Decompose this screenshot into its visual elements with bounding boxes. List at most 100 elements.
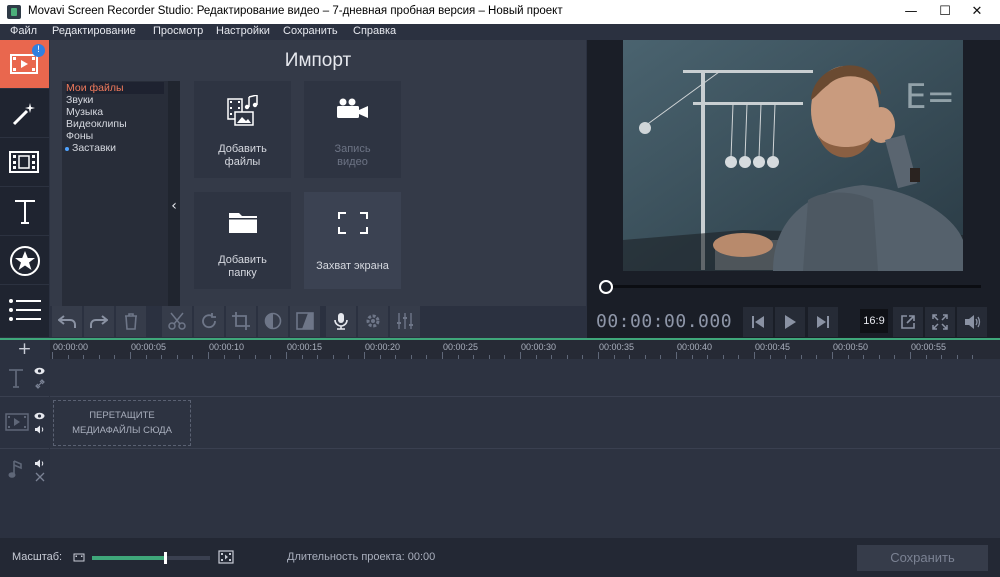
preview-frame: E=: [623, 40, 963, 271]
link-icon[interactable]: [35, 379, 45, 389]
import-tool-button[interactable]: !: [0, 40, 49, 89]
record-video-label-1: Запись: [334, 143, 371, 155]
seek-handle[interactable]: [599, 280, 613, 294]
eye-icon[interactable]: [34, 367, 45, 375]
zoom-out-icon[interactable]: [73, 553, 85, 562]
audio-track[interactable]: [50, 449, 1000, 538]
ruler-tick-mark: [130, 352, 131, 359]
stickers-tool-button[interactable]: [0, 236, 49, 285]
cut-button[interactable]: [162, 306, 192, 337]
ruler-tick-mark: [520, 352, 521, 359]
transition-icon: [296, 312, 314, 330]
play-button[interactable]: [775, 307, 805, 337]
menu-help[interactable]: Справка: [353, 25, 396, 37]
close-button[interactable]: ✕: [954, 0, 1000, 24]
speaker-icon[interactable]: [34, 459, 45, 468]
ruler-tick-mark: [910, 352, 911, 359]
record-voice-button[interactable]: [326, 306, 356, 337]
window-title: Movavi Screen Recorder Studio: Редактиро…: [28, 5, 563, 17]
add-files-tile[interactable]: Добавить файлы: [194, 81, 291, 178]
external-window-icon: [901, 315, 915, 329]
ruler-tick-mark: [754, 352, 755, 359]
undo-button[interactable]: [52, 306, 82, 337]
text-track[interactable]: [50, 359, 1000, 397]
volume-button[interactable]: [957, 307, 987, 337]
more-tool-button[interactable]: [0, 285, 49, 333]
timeline-tick-label: 00:00:35: [599, 342, 635, 352]
timeline-tick-label: 00:00:40: [677, 342, 713, 352]
dropzone-line-2: МЕДИАФАЙЛЫ СЮДА: [72, 425, 172, 436]
notification-badge: !: [32, 44, 45, 57]
import-panel: Импорт Мои файлы Звуки Музыка Видеоклипы…: [50, 40, 586, 331]
category-intros[interactable]: Заставки: [72, 142, 116, 154]
zoom-in-icon[interactable]: [218, 550, 234, 564]
import-title: Импорт: [284, 50, 352, 71]
new-dot-icon: [65, 147, 69, 151]
ruler-tick-mark: [598, 352, 599, 359]
rotate-icon: [202, 313, 216, 329]
add-files-label-1: Добавить: [218, 143, 267, 155]
media-drop-zone[interactable]: ПЕРЕТАЩИТЕ МЕДИАФАЙЛЫ СЮДА: [53, 400, 191, 446]
next-frame-button[interactable]: [808, 307, 838, 337]
delete-button[interactable]: [116, 306, 146, 337]
title-bar: Movavi Screen Recorder Studio: Редактиро…: [0, 0, 1000, 24]
equalizer-button[interactable]: [390, 306, 420, 337]
record-video-tile[interactable]: Запись видео: [304, 81, 401, 178]
color-adjust-button[interactable]: [258, 306, 288, 337]
collapse-panel-button[interactable]: ‹: [168, 81, 180, 331]
add-files-icon: [227, 95, 258, 126]
fullscreen-icon: [932, 314, 948, 330]
rotate-button[interactable]: [194, 306, 224, 337]
menu-file[interactable]: Файл: [10, 25, 37, 37]
aspect-ratio-button[interactable]: 16:9: [860, 309, 888, 333]
add-folder-tile[interactable]: Добавить папку: [194, 192, 291, 289]
menu-edit[interactable]: Редактирование: [52, 25, 136, 37]
redo-button[interactable]: [84, 306, 114, 337]
add-folder-label-2: папку: [228, 267, 257, 279]
menu-view[interactable]: Просмотр: [153, 25, 203, 37]
magic-wand-icon: [12, 103, 35, 126]
filters-icon: [9, 151, 39, 173]
titles-tool-button[interactable]: [0, 187, 49, 236]
video-track[interactable]: [50, 397, 1000, 449]
scale-slider[interactable]: [92, 552, 210, 564]
titles-icon: [15, 200, 35, 224]
transition-button[interactable]: [290, 306, 320, 337]
left-toolbar: !: [0, 40, 49, 337]
crop-button[interactable]: [226, 306, 256, 337]
ruler-tick-mark: [832, 352, 833, 359]
undo-icon: [58, 315, 76, 328]
timeline-tick-label: 00:00:45: [755, 342, 791, 352]
menu-save[interactable]: Сохранить: [283, 25, 338, 37]
skip-forward-icon: [817, 316, 829, 328]
add-track-button[interactable]: +: [0, 340, 49, 359]
mute-icon[interactable]: [35, 472, 45, 482]
category-backgrounds[interactable]: Фоны: [66, 130, 93, 142]
screen-capture-tile[interactable]: Захват экрана: [304, 192, 401, 289]
record-video-label-2: видео: [337, 156, 368, 168]
text-track-header: [0, 359, 49, 397]
detach-preview-button[interactable]: [893, 307, 923, 337]
seek-bar[interactable]: [605, 285, 981, 288]
fullscreen-button[interactable]: [925, 307, 955, 337]
save-button[interactable]: Сохранить: [857, 545, 988, 571]
effects-tool-button[interactable]: [0, 89, 49, 138]
speaker-icon: [965, 315, 981, 329]
speaker-icon[interactable]: [34, 425, 45, 434]
category-my-files[interactable]: Мои файлы: [66, 82, 164, 94]
previous-frame-button[interactable]: [743, 307, 773, 337]
category-sounds[interactable]: Звуки: [66, 94, 93, 106]
scale-label: Масштаб:: [12, 551, 63, 563]
add-folder-label-1: Добавить: [218, 254, 267, 266]
filters-tool-button[interactable]: [0, 138, 49, 187]
clip-settings-button[interactable]: [358, 306, 388, 337]
folder-icon: [229, 213, 257, 233]
menu-settings[interactable]: Настройки: [216, 25, 270, 37]
scale-slider-handle[interactable]: [164, 552, 168, 564]
trash-icon: [125, 313, 137, 330]
eye-icon[interactable]: [34, 412, 45, 420]
timeline-tick-label: 00:00:00: [53, 342, 89, 352]
category-videoclips[interactable]: Видеоклипы: [66, 118, 127, 130]
timeline-tick-label: 00:00:25: [443, 342, 479, 352]
category-music[interactable]: Музыка: [66, 106, 103, 118]
